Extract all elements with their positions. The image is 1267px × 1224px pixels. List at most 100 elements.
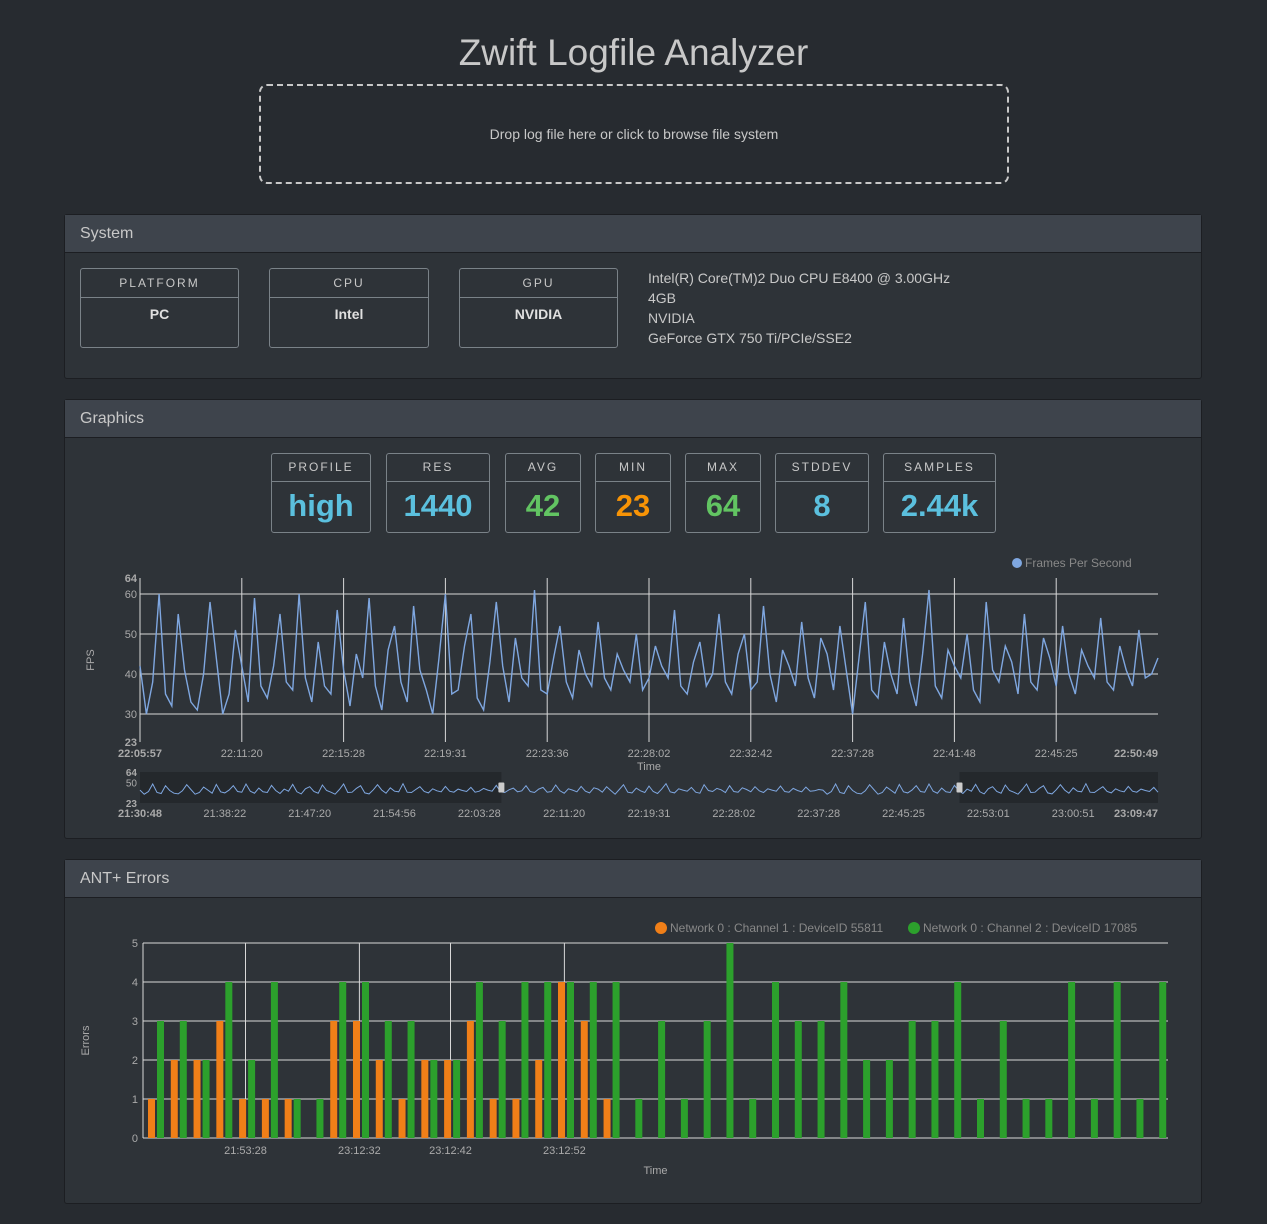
bar-channel-2 (589, 982, 597, 1138)
bar-channel-2 (885, 1060, 893, 1138)
y-tick-label: 3 (132, 1016, 138, 1028)
bar-channel-1 (261, 1099, 269, 1138)
bar-channel-2 (658, 1021, 666, 1138)
y-tick-label: 60 (125, 589, 137, 601)
x-tick-label: 22:41:48 (933, 748, 976, 760)
navigator-x-tick-label: 22:19:31 (628, 808, 671, 820)
x-tick-label: 22:15:28 (322, 748, 365, 760)
bar-channel-2 (794, 1021, 802, 1138)
bar-channel-2 (703, 1021, 711, 1138)
bar-channel-2 (863, 1060, 871, 1138)
stat-profile-value: high (288, 488, 354, 523)
stat-res-value: 1440 (403, 488, 473, 523)
cpu-box: CPU Intel (269, 268, 429, 348)
x-tick-label: 22:23:36 (526, 748, 569, 760)
bar-channel-1 (216, 1021, 224, 1138)
bar-channel-2 (1045, 1099, 1053, 1138)
y-tick-label: 4 (132, 977, 138, 989)
x-tick-label: 22:28:02 (628, 748, 671, 760)
platform-box: PLATFORM PC (80, 268, 239, 348)
bar-channel-2 (498, 1021, 506, 1138)
bar-channel-1 (148, 1099, 155, 1138)
platform-value: PC (149, 306, 170, 322)
bar-channel-2 (612, 982, 620, 1138)
bar-channel-1 (580, 1021, 588, 1138)
y-tick-label: 40 (125, 669, 137, 681)
bar-channel-2 (544, 982, 552, 1138)
bar-channel-1 (284, 1099, 292, 1138)
gpu-value: NVIDIA (514, 306, 563, 322)
bar-channel-2 (680, 1099, 688, 1138)
y-tick-label: 50 (125, 629, 137, 641)
ant-errors-panel-heading: ANT+ Errors (65, 860, 1201, 898)
bar-channel-2 (362, 982, 369, 1138)
stat-stddev-label: STDDEV (776, 454, 868, 482)
x-tick-label: 21:53:28 (224, 1145, 267, 1157)
stat-samples-value: 2.44k (900, 488, 979, 523)
bar-channel-2 (270, 982, 278, 1138)
bar-channel-2 (772, 982, 779, 1138)
navigator-y-tick-label: 50 (126, 779, 138, 790)
navigator-x-tick-label: 21:47:20 (288, 808, 331, 820)
bar-channel-2 (202, 1060, 210, 1138)
stat-samples-label: SAMPLES (884, 454, 995, 482)
stat-max-label: MAX (686, 454, 760, 482)
x-tick-label: 23:12:42 (429, 1145, 472, 1157)
bar-channel-2 (157, 1021, 164, 1138)
graphics-panel: Graphics PROFILE high RES 1440 AVG 42 MI… (64, 399, 1202, 839)
stat-profile: PROFILE high (271, 453, 371, 533)
stat-avg-label: AVG (506, 454, 580, 482)
stat-avg: AVG 42 (505, 453, 581, 533)
x-tick-label: 22:19:31 (424, 748, 467, 760)
x-tick-label: 22:32:42 (729, 748, 772, 760)
stat-max-value: 64 (705, 488, 741, 523)
bar-channel-2 (521, 982, 529, 1138)
navigator-handle-left[interactable] (498, 782, 505, 793)
navigator-x-tick-label: 23:00:51 (1052, 808, 1095, 820)
stat-min-value: 23 (615, 488, 651, 523)
ant-errors-chart[interactable]: Network 0 : Channel 1 : DeviceID 55811 Ne… (65, 898, 1201, 1198)
navigator-x-tick-label: 21:38:22 (203, 808, 246, 820)
file-dropzone[interactable]: Drop log file here or click to browse fi… (259, 84, 1009, 184)
gpu-vendor: NVIDIA (648, 310, 695, 326)
bar-channel-2 (749, 1099, 757, 1138)
fps-chart[interactable]: Frames Per Second646050403023FPS22:05:57… (65, 550, 1201, 830)
legend-marker (908, 922, 920, 934)
bar-channel-2 (293, 1099, 301, 1138)
x-tick-label: 22:50:49 (1114, 748, 1158, 760)
bar-channel-2 (977, 1099, 984, 1138)
bar-channel-2 (1113, 982, 1121, 1138)
x-tick-label: 22:37:28 (831, 748, 874, 760)
navigator-x-tick-label: 22:45:25 (882, 808, 925, 820)
platform-label: PLATFORM (81, 269, 238, 298)
bar-channel-1 (558, 982, 565, 1138)
bar-channel-1 (193, 1060, 201, 1138)
navigator-x-tick-label: 22:53:01 (967, 808, 1010, 820)
x-tick-label: 22:45:25 (1035, 748, 1078, 760)
ant-errors-panel: ANT+ Errors Network 0 : Channel 1 : Devi… (64, 859, 1202, 1204)
x-tick-label: 23:12:52 (543, 1145, 586, 1157)
y-tick-label: 30 (125, 709, 137, 721)
bar-channel-2 (453, 1060, 461, 1138)
stat-avg-value: 42 (525, 488, 561, 523)
stat-profile-label: PROFILE (272, 454, 370, 482)
bar-channel-2 (316, 1099, 324, 1138)
bar-channel-1 (239, 1099, 247, 1138)
stat-res-label: RES (387, 454, 489, 482)
bar-channel-2 (954, 982, 962, 1138)
navigator-x-tick-label: 22:37:28 (797, 808, 840, 820)
stat-max: MAX 64 (685, 453, 761, 533)
y-tick-label: 5 (132, 938, 138, 950)
x-tick-label: 22:05:57 (118, 748, 162, 760)
cpu-value: Intel (334, 306, 364, 322)
bar-channel-2 (1022, 1099, 1030, 1138)
y-tick-label: 1 (132, 1094, 138, 1106)
page-title: Zwift Logfile Analyzer (458, 32, 809, 73)
bar-channel-2 (339, 982, 347, 1138)
bar-channel-2 (635, 1099, 643, 1138)
stat-res: RES 1440 (386, 453, 490, 533)
navigator-handle-right[interactable] (956, 782, 963, 793)
navigator-x-tick-label: 21:54:56 (373, 808, 416, 820)
cpu-label: CPU (270, 269, 428, 298)
gpu-label: GPU (460, 269, 617, 298)
